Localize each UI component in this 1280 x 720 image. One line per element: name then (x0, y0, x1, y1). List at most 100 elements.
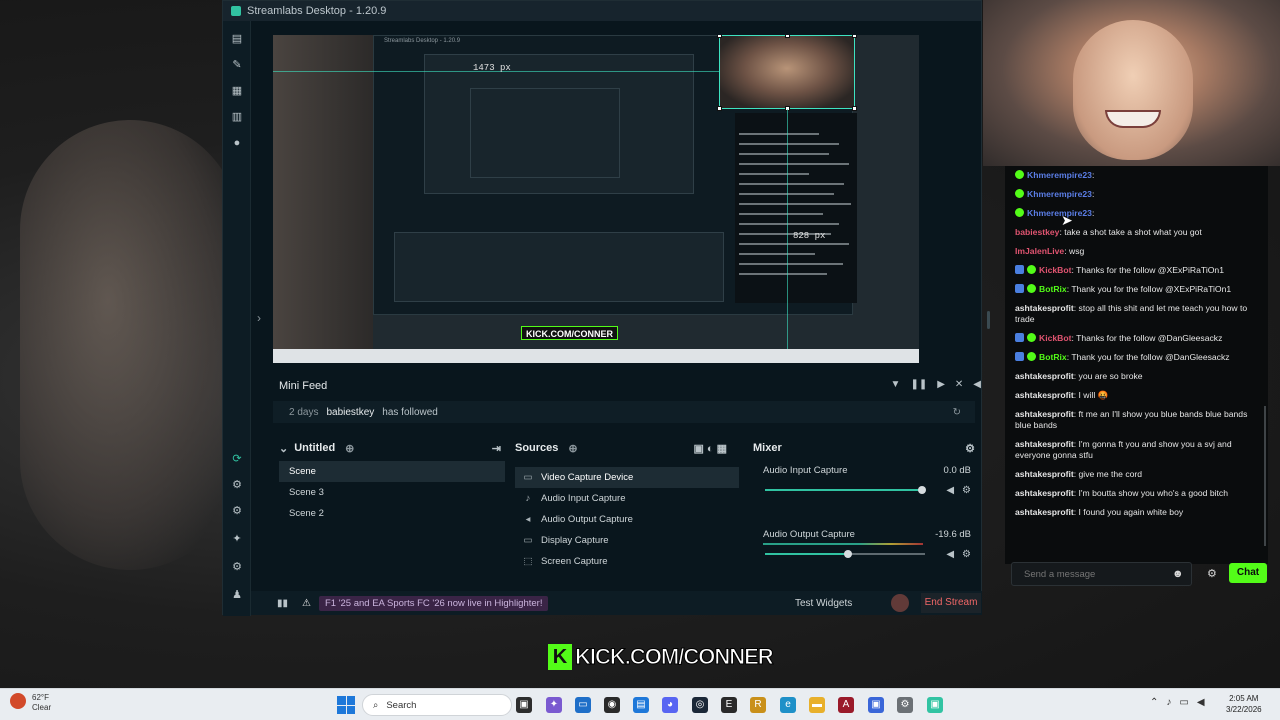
preview-scroll-handle[interactable] (987, 311, 990, 329)
slider-knob[interactable] (844, 550, 853, 558)
send-chat-button[interactable]: Chat (1229, 563, 1267, 583)
mute-icon[interactable]: ◀ (946, 549, 954, 560)
resize-handle[interactable] (717, 106, 722, 111)
collapse-nav-arrow-icon[interactable]: › (257, 311, 261, 325)
emoji-icon[interactable]: ☻ (1172, 568, 1184, 580)
news-ticker[interactable]: F1 '25 and EA Sports FC '26 now live in … (318, 595, 549, 611)
mute-icon[interactable]: ◀ (946, 485, 954, 496)
mute-alerts-icon[interactable]: ✕ (955, 379, 963, 390)
record-button[interactable] (891, 594, 909, 612)
discord-icon[interactable]: ◕ (662, 697, 678, 713)
epic-games-icon[interactable]: E (721, 697, 737, 713)
volume-slider[interactable] (765, 486, 926, 494)
record-icon[interactable]: ● (231, 137, 243, 149)
resize-handle[interactable] (852, 35, 857, 38)
editor-icon[interactable]: ▤ (231, 33, 243, 45)
channel-settings-icon[interactable]: ⚙ (962, 485, 971, 496)
add-source-icon[interactable]: ⊕ (568, 442, 577, 455)
source-item[interactable]: ⬚ Screen Capture (515, 551, 739, 572)
cloudbot-icon[interactable]: ⚙ (231, 505, 243, 517)
scene-item[interactable]: Scene (279, 461, 505, 482)
layout-icon[interactable]: ▥ (231, 111, 243, 123)
slider-knob[interactable] (917, 486, 926, 494)
chat-username[interactable]: Khmerempire23 (1027, 208, 1092, 218)
chat-username[interactable]: ashtakesprofit (1015, 439, 1074, 449)
app-icon[interactable]: ▣ (868, 697, 884, 713)
scene-item[interactable]: Scene 2 (279, 503, 505, 524)
pause-icon[interactable]: ❚❚ (910, 379, 927, 390)
source-item[interactable]: ◂ Audio Output Capture (515, 509, 739, 530)
store-app-icon[interactable]: ▤ (633, 697, 649, 713)
resize-handle[interactable] (717, 35, 722, 38)
scene-collection-name[interactable]: Untitled (294, 442, 335, 454)
chat-username[interactable]: ashtakesprofit (1015, 303, 1074, 313)
scene-item[interactable]: Scene 3 (279, 482, 505, 503)
store-icon[interactable]: ▦ (231, 85, 243, 97)
chat-username[interactable]: ashtakesprofit (1015, 390, 1074, 400)
source-item[interactable]: ♪ Audio Input Capture (515, 488, 739, 509)
chat-username[interactable]: BotRix (1039, 284, 1067, 294)
streamlabs-app-icon[interactable]: ▣ (927, 697, 943, 713)
window-titlebar[interactable]: Streamlabs Desktop - 1.20.9 (223, 1, 981, 21)
filter-icon[interactable]: ▼ (891, 379, 901, 390)
highlighter-icon[interactable]: ⟳ (231, 453, 243, 465)
obs-icon[interactable]: ◉ (604, 697, 620, 713)
test-widgets-button[interactable]: Test Widgets (795, 598, 852, 609)
tray-overflow-icon[interactable]: ⌃ (1150, 697, 1158, 708)
taskbar-clock[interactable]: 2:05 AM 3/22/2026 (1226, 693, 1262, 715)
chat-username[interactable]: KickBot (1039, 265, 1071, 275)
themes-icon[interactable]: ✎ (231, 59, 243, 71)
source-item[interactable]: ▭ Video Capture Device (515, 467, 739, 488)
chat-username[interactable]: ashtakesprofit (1015, 409, 1074, 419)
adobe-icon[interactable]: A (838, 697, 854, 713)
volume-icon[interactable]: ◀ (973, 379, 981, 390)
chat-username[interactable]: Khmerempire23 (1027, 170, 1092, 180)
add-scene-icon[interactable]: ⊕ (345, 442, 354, 455)
chat-username[interactable]: ImJalenLive (1015, 246, 1064, 256)
taskbar-search[interactable]: ⌕ Search (362, 694, 512, 716)
edge-icon[interactable]: e (780, 697, 796, 713)
volume-tray-icon[interactable]: ◀ (1197, 697, 1205, 708)
start-button[interactable] (337, 696, 355, 714)
source-tools-icon[interactable]: ▣ ◐ ▦ (693, 442, 727, 455)
skip-icon[interactable]: ▶ (937, 379, 945, 390)
chat-username[interactable]: KickBot (1039, 333, 1071, 343)
chat-username[interactable]: ashtakesprofit (1015, 371, 1074, 381)
chat-username[interactable]: babiestkey (1015, 227, 1059, 237)
replay-icon[interactable]: ↻ (953, 407, 961, 418)
source-item[interactable]: ▭ Display Capture (515, 530, 739, 551)
folder-icon[interactable]: ▬ (809, 697, 825, 713)
channel-settings-icon[interactable]: ⚙ (962, 549, 971, 560)
task-view-icon[interactable]: ▣ (516, 697, 532, 713)
resize-handle[interactable] (852, 106, 857, 111)
resize-handle[interactable] (785, 35, 790, 38)
copilot-icon[interactable]: ✦ (546, 697, 562, 713)
mixer-settings-icon[interactable]: ⚙ (965, 442, 975, 455)
settings-icon[interactable]: ⚙ (231, 561, 243, 573)
file-explorer-icon[interactable]: ▭ (575, 697, 591, 713)
profile-icon[interactable]: ♟ (231, 589, 243, 601)
dashboard-icon[interactable]: ✦ (231, 533, 243, 545)
scene-transitions-icon[interactable]: ⇥ (492, 442, 501, 455)
studio-mode-icon[interactable]: ⚙ (231, 479, 243, 491)
network-icon[interactable]: ▭ (1179, 697, 1188, 708)
volume-slider[interactable] (765, 550, 925, 558)
rockstar-icon[interactable]: R (750, 697, 766, 713)
chat-input[interactable] (1011, 562, 1192, 586)
webcam-source-selected[interactable] (717, 35, 857, 111)
chat-settings-icon[interactable]: ⚙ (1207, 567, 1217, 580)
mic-tray-icon[interactable]: ♪ (1166, 697, 1171, 708)
chat-username[interactable]: ashtakesprofit (1015, 469, 1074, 479)
chat-username[interactable]: Khmerempire23 (1027, 189, 1092, 199)
end-stream-button[interactable]: End Stream (921, 593, 981, 613)
chat-username[interactable]: ashtakesprofit (1015, 488, 1074, 498)
weather-widget[interactable]: 62°F Clear (10, 693, 51, 713)
chat-username[interactable]: BotRix (1039, 352, 1067, 362)
steam-icon[interactable]: ◎ (692, 697, 708, 713)
settings-app-icon[interactable]: ⚙ (897, 697, 913, 713)
chat-scrollbar[interactable] (1264, 406, 1266, 546)
chat-username[interactable]: ashtakesprofit (1015, 507, 1074, 517)
warning-icon[interactable]: ⚠ (302, 598, 311, 609)
chevron-down-icon[interactable]: ⌄ (279, 442, 288, 455)
stream-preview[interactable]: Streamlabs Desktop - 1.20.9 1473 px 828 … (273, 35, 919, 363)
